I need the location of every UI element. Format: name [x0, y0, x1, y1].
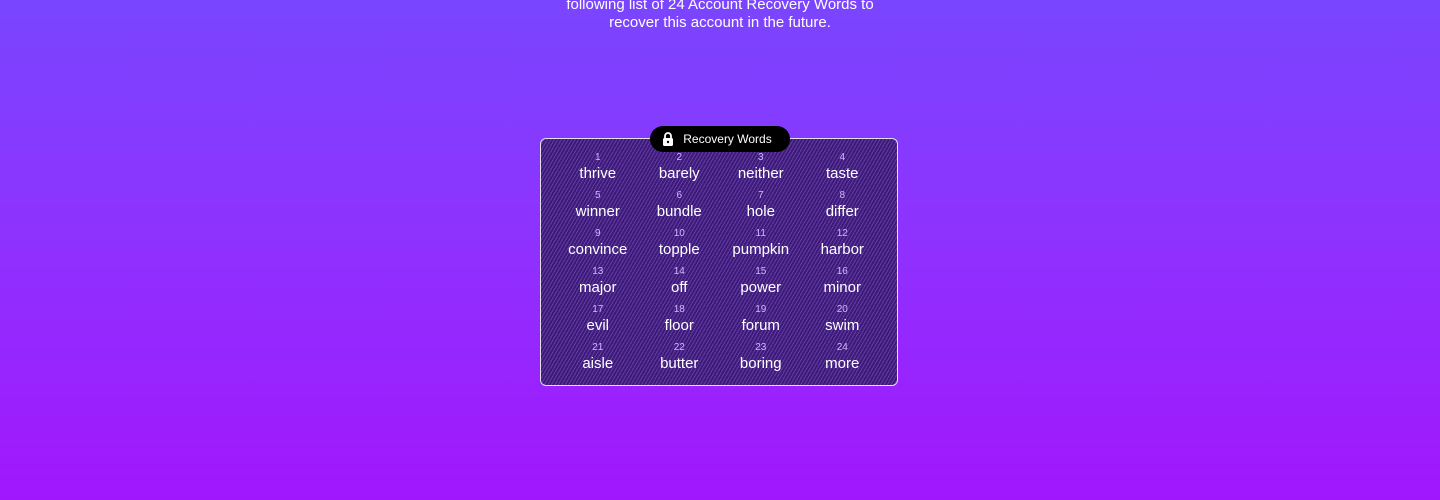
recovery-word-number: 13: [592, 266, 604, 277]
recovery-word-item: 22 butter: [639, 342, 721, 380]
recovery-word: harbor: [820, 241, 864, 258]
recovery-word-item: 1 thrive: [557, 152, 639, 190]
recovery-word: differ: [825, 203, 859, 220]
recovery-word-item: 10 topple: [639, 228, 721, 266]
recovery-word-number: 9: [594, 228, 601, 239]
recovery-word-number: 21: [592, 342, 604, 353]
recovery-word-item: 11 pumpkin: [720, 228, 802, 266]
recovery-word-number: 2: [676, 152, 683, 163]
recovery-word-number: 24: [836, 342, 848, 353]
recovery-word-number: 22: [673, 342, 685, 353]
recovery-word: topple: [658, 241, 700, 258]
recovery-word: minor: [823, 279, 861, 296]
recovery-word-item: 20 swim: [802, 304, 884, 342]
recovery-word-number: 1: [594, 152, 601, 163]
recovery-word-number: 4: [839, 152, 846, 163]
recovery-word-item: 8 differ: [802, 190, 884, 228]
recovery-word-item: 15 power: [720, 266, 802, 304]
recovery-word-number: 14: [673, 266, 685, 277]
recovery-word-item: 19 forum: [720, 304, 802, 342]
recovery-word-item: 17 evil: [557, 304, 639, 342]
recovery-word-number: 19: [755, 304, 767, 315]
recovery-word: thrive: [579, 165, 617, 182]
recovery-word: bundle: [656, 203, 702, 220]
badge-label: Recovery Words: [683, 132, 772, 146]
intro-line-1: following list of 24 Account Recovery Wo…: [566, 0, 874, 13]
recovery-word-item: 9 convince: [557, 228, 639, 266]
recovery-word-item: 7 hole: [720, 190, 802, 228]
recovery-word: major: [578, 279, 617, 296]
recovery-word-number: 3: [757, 152, 764, 163]
recovery-word-item: 5 winner: [557, 190, 639, 228]
recovery-word: swim: [825, 317, 860, 334]
recovery-word: barely: [658, 165, 700, 182]
recovery-word-number: 5: [594, 190, 601, 201]
recovery-word-number: 18: [673, 304, 685, 315]
recovery-word-number: 7: [757, 190, 764, 201]
recovery-word: evil: [586, 317, 609, 334]
recovery-word-number: 10: [673, 228, 685, 239]
intro-line-2: recover this account in the future.: [609, 14, 831, 31]
words-grid: 1 thrive 2 barely 3 neither 4 taste 5 winner 6 bund…: [557, 152, 883, 380]
recovery-word-number: 15: [755, 266, 767, 277]
recovery-word-number: 16: [836, 266, 848, 277]
recovery-words-panel: 1 thrive 2 barely 3 neither 4 taste 5 winner 6 bund…: [540, 138, 898, 386]
recovery-word-item: 6 bundle: [639, 190, 721, 228]
recovery-word: off: [671, 279, 688, 296]
recovery-word: aisle: [582, 355, 614, 372]
recovery-word: winner: [575, 203, 620, 220]
recovery-word-item: 3 neither: [720, 152, 802, 190]
recovery-word-item: 16 minor: [802, 266, 884, 304]
recovery-words-badge: Recovery Words: [650, 126, 790, 152]
recovery-word-number: 17: [592, 304, 604, 315]
intro-text: following list of 24 Account Recovery Wo…: [0, 0, 1440, 32]
recovery-word: power: [740, 279, 782, 296]
recovery-word: butter: [660, 355, 699, 372]
recovery-word-number: 12: [836, 228, 848, 239]
recovery-word-item: 18 floor: [639, 304, 721, 342]
recovery-word-item: 2 barely: [639, 152, 721, 190]
recovery-word-number: 20: [836, 304, 848, 315]
recovery-word-item: 23 boring: [720, 342, 802, 380]
recovery-word-item: 4 taste: [802, 152, 884, 190]
recovery-word-number: 23: [755, 342, 767, 353]
recovery-word: taste: [825, 165, 859, 182]
recovery-word: hole: [746, 203, 775, 220]
recovery-word: boring: [739, 355, 782, 372]
recovery-word-number: 11: [755, 228, 766, 239]
recovery-word-item: 12 harbor: [802, 228, 884, 266]
recovery-word: pumpkin: [732, 241, 790, 258]
recovery-word-item: 14 off: [639, 266, 721, 304]
recovery-word: convince: [568, 241, 628, 258]
recovery-word-item: 21 aisle: [557, 342, 639, 380]
recovery-word-number: 6: [676, 190, 683, 201]
lock-icon: [662, 132, 674, 146]
recovery-word-number: 8: [839, 190, 846, 201]
recovery-word-item: 13 major: [557, 266, 639, 304]
recovery-word: neither: [737, 165, 784, 182]
recovery-word: more: [825, 355, 860, 372]
recovery-word-item: 24 more: [802, 342, 884, 380]
recovery-word: forum: [741, 317, 780, 334]
recovery-word: floor: [664, 317, 694, 334]
